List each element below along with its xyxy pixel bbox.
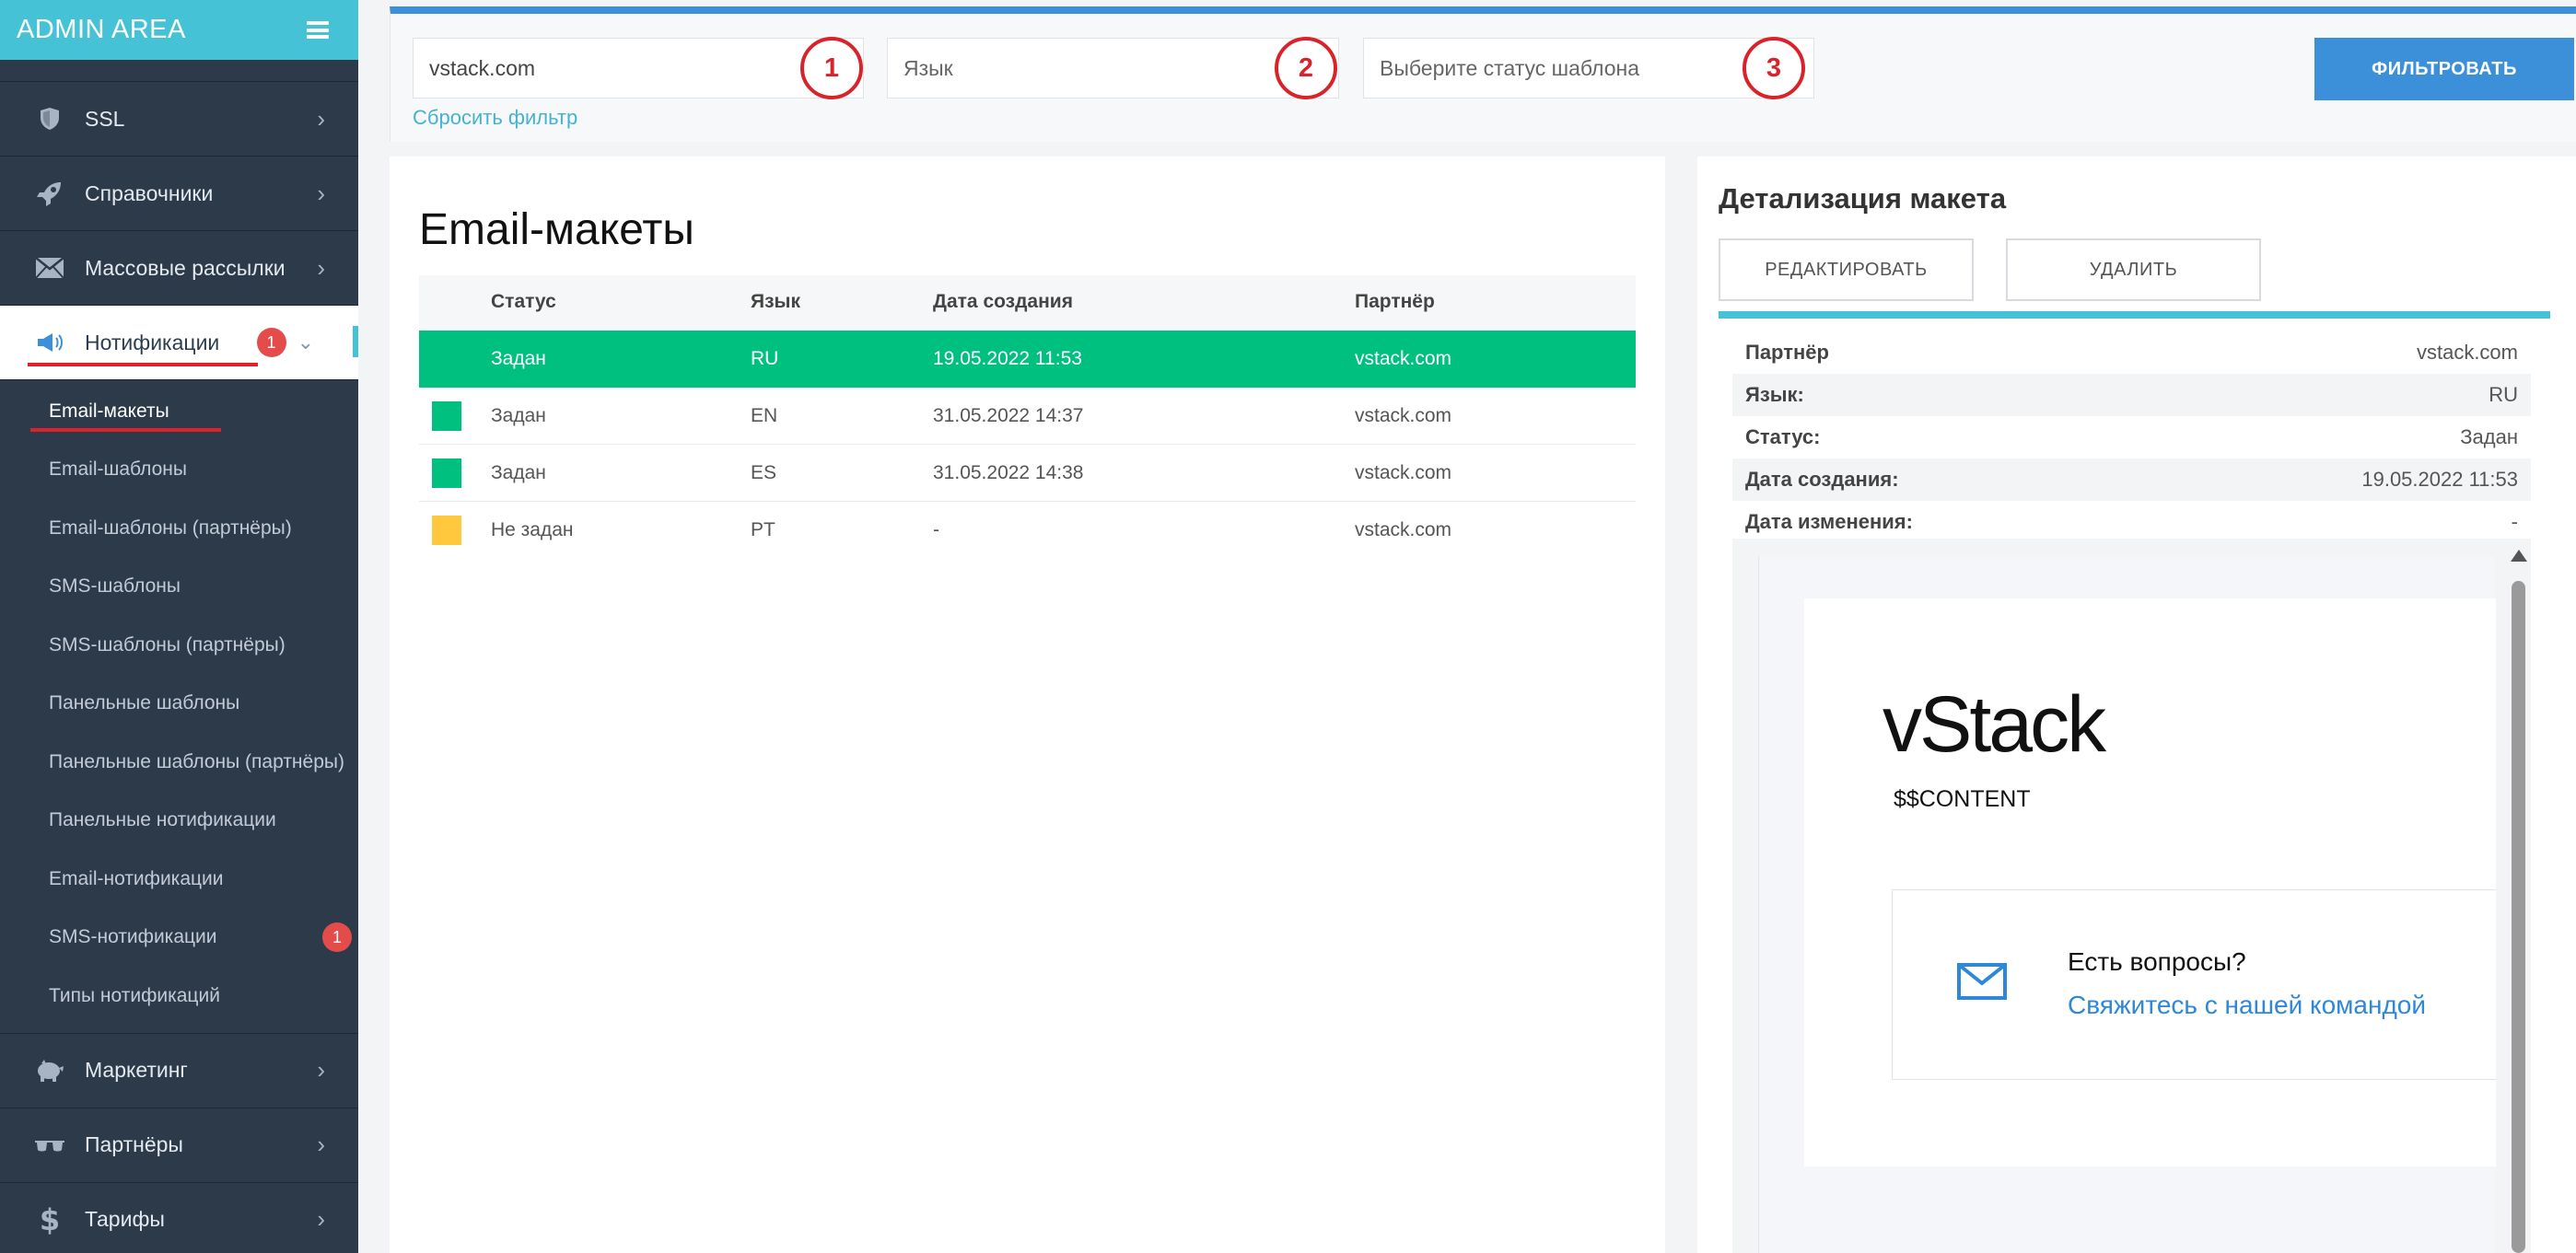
vstack-logo: vStack [1882,680,2106,769]
sidebar-item-partners[interactable]: Партнёры › [0,1108,358,1183]
status-indicator [432,458,461,488]
table-header: Статус Язык Дата создания Партнёр [419,275,1636,331]
mail-icon [1957,963,2007,1004]
layout-detail-panel: Детализация макета РЕДАКТИРОВАТЬ УДАЛИТЬ… [1697,157,2576,1253]
table-row[interactable]: Не задан PT - vstack.com [419,502,1636,559]
sidebar: ADMIN AREA SSL › Справочники › Массовые … [0,0,358,1253]
contact-team-link[interactable]: Свяжитесь с нашей командой [2068,991,2426,1020]
table-row[interactable]: Задан ES 31.05.2022 14:38 vstack.com [419,445,1636,502]
sidebar-item-tariffs[interactable]: $ Тарифы › [0,1183,358,1253]
submenu-item-email-layouts[interactable]: Email-макеты [0,382,358,441]
dollar-icon: $ [39,1201,61,1237]
table-row[interactable]: Задан RU 19.05.2022 11:53 vstack.com [419,331,1636,388]
sidebar-item-label: Маркетинг [85,1058,188,1082]
chevron-right-icon: › [317,1056,325,1084]
chevron-right-icon: › [317,179,325,207]
hamburger-menu-icon[interactable] [307,21,329,39]
table-row[interactable]: Задан EN 31.05.2022 14:37 vstack.com [419,388,1636,445]
rocket-icon [33,177,66,210]
chevron-right-icon: › [317,1131,325,1158]
layout-preview-frame: vStack $$CONTENT Есть вопросы? Свяжитесь… [1732,539,2531,1253]
column-header-created[interactable]: Дата создания [933,291,1355,315]
highlight-underline [30,427,221,432]
highlight-underline [28,363,258,366]
sidebar-item-label: Тарифы [85,1207,165,1231]
sidebar-item-directories[interactable]: Справочники › [0,157,358,231]
filter-bar: vstack.com 1 Язык 2 Выберите статус шабл… [390,6,2576,142]
language-filter-select[interactable]: Язык 2 [887,37,1339,99]
status-filter-select[interactable]: Выберите статус шаблона 3 [1363,37,1814,99]
annotation-marker-1: 1 [800,37,863,99]
submenu-item-sms-notifications[interactable]: SMS-нотификации 1 [0,909,358,968]
sidebar-item-ssl[interactable]: SSL › [0,82,358,157]
detail-row-modified: Дата изменения: - [1745,510,2518,533]
sidebar-item-notifications[interactable]: Нотификации 1 ⌄ [0,306,358,380]
sidebar-item-label: Нотификации [85,330,220,354]
submenu-item-notification-types[interactable]: Типы нотификаций [0,967,358,1026]
submenu-item-panel-templates[interactable]: Панельные шаблоны [0,675,358,734]
submenu-item-email-templates-partners[interactable]: Email-шаблоны (партнёры) [0,499,358,558]
submenu-item-email-notifications[interactable]: Email-нотификации [0,850,358,909]
detail-row-status: Статус: Задан [1745,425,2518,448]
envelope-icon [33,251,66,284]
sidebar-item-label: Справочники [85,180,214,205]
notifications-submenu: Email-макеты Email-шаблоны Email-шаблоны… [0,380,358,1034]
annotation-marker-3: 3 [1743,37,1805,99]
detail-title: Детализация макета [1719,182,2007,215]
shield-icon [33,102,66,135]
contact-box: Есть вопросы? Свяжитесь с нашей командой [1892,889,2496,1080]
email-preview[interactable]: vStack $$CONTENT Есть вопросы? Свяжитесь… [1758,557,2496,1253]
email-card: vStack $$CONTENT Есть вопросы? Свяжитесь… [1804,598,2496,1166]
detail-row-created: Дата создания: 19.05.2022 11:53 [1732,458,2531,501]
chevron-right-icon: › [317,104,325,133]
megaphone-icon [33,326,66,359]
email-layouts-panel: Email-макеты Статус Язык Дата создания П… [390,157,1665,1253]
submenu-item-sms-templates-partners[interactable]: SMS-шаблоны (партнёры) [0,616,358,675]
sidebar-item-mass-mailing[interactable]: Массовые рассылки › [0,231,358,306]
detail-row-partner: Партнёр vstack.com [1745,341,2518,364]
accent-divider [1719,311,2550,319]
scroll-thumb[interactable] [2512,581,2525,1253]
column-header-language[interactable]: Язык [751,291,933,315]
glasses-icon [33,1129,66,1162]
filter-button[interactable]: ФИЛЬТРОВАТЬ [2314,38,2574,100]
chevron-right-icon: › [317,253,325,282]
detail-row-language: Язык: RU [1732,374,2531,416]
reset-filter-link[interactable]: Сбросить фильтр [413,106,577,130]
edit-button[interactable]: РЕДАКТИРОВАТЬ [1719,238,1974,301]
chevron-right-icon: › [317,1205,325,1233]
notification-count-badge: 1 [256,328,286,357]
sidebar-item-label: Массовые рассылки [85,255,286,280]
email-layouts-table: Статус Язык Дата создания Партнёр Задан … [419,275,1636,559]
content-placeholder: $$CONTENT [1894,786,2031,812]
submenu-item-panel-notifications[interactable]: Панельные нотификации [0,792,358,851]
page-title: Email-макеты [419,205,694,254]
column-header-status[interactable]: Статус [491,291,751,315]
annotation-marker-2: 2 [1275,37,1337,99]
sidebar-header: ADMIN AREA [0,0,358,60]
status-indicator [432,344,461,374]
contact-question: Есть вопросы? [2068,947,2246,976]
piggy-bank-icon [33,1054,66,1087]
chevron-down-icon: ⌄ [297,331,314,354]
status-indicator [432,516,461,545]
submenu-item-sms-templates[interactable]: SMS-шаблоны [0,558,358,617]
scroll-up-arrow-icon[interactable] [2511,550,2527,562]
preview-scrollbar[interactable] [2509,550,2527,1253]
active-marker [353,326,358,357]
notification-count-badge: 1 [322,922,352,953]
partner-filter-select[interactable]: vstack.com 1 [413,37,864,99]
sidebar-item-label: SSL [85,106,125,131]
submenu-item-email-templates[interactable]: Email-шаблоны [0,441,358,500]
submenu-item-panel-templates-partners[interactable]: Панельные шаблоны (партнёры) [0,733,358,792]
column-header-partner[interactable]: Партнёр [1355,291,1636,315]
sidebar-item-label: Партнёры [85,1132,183,1156]
delete-button[interactable]: УДАЛИТЬ [2006,238,2261,301]
sidebar-item-marketing[interactable]: Маркетинг › [0,1034,358,1108]
status-indicator [432,400,461,431]
brand-title: ADMIN AREA [17,15,186,44]
